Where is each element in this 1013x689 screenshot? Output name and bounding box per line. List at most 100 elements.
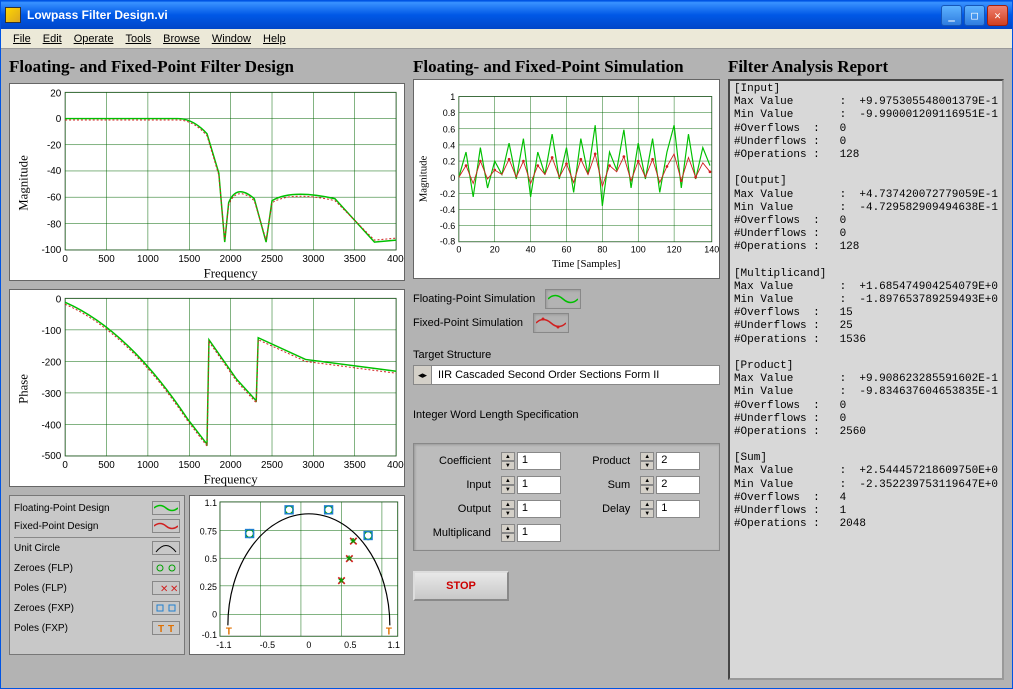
spin-down-icon[interactable]: ▼	[640, 485, 654, 494]
svg-text:T: T	[386, 626, 392, 637]
design-legend-row: Floating-Point Design Fixed-Point Design…	[9, 495, 405, 655]
swatch-green-wave-icon	[545, 289, 581, 309]
app-icon	[5, 7, 21, 23]
sim-legend-flp: Floating-Point Simulation	[413, 293, 535, 305]
spin-up-icon[interactable]: ▲	[501, 524, 515, 533]
simulation-column: Floating- and Fixed-Point Simulation	[413, 57, 720, 680]
target-structure-value: IIR Cascaded Second Order Sections Form …	[432, 366, 719, 384]
spin-up-icon[interactable]: ▲	[640, 476, 654, 485]
svg-text:0: 0	[212, 609, 217, 619]
legend-poles-fxp: Poles (FXP)	[14, 623, 68, 634]
svg-text:-60: -60	[47, 193, 62, 204]
iwl-product-label: Product	[582, 455, 631, 467]
report-column: Filter Analysis Report [Input] Max Value…	[728, 57, 1004, 680]
swatch-orange-t-icon: TT	[152, 621, 180, 635]
legend-fxp-design: Fixed-Point Design	[14, 521, 98, 532]
svg-text:1500: 1500	[178, 460, 200, 471]
svg-text:0.25: 0.25	[200, 582, 217, 592]
svg-text:-40: -40	[47, 166, 62, 177]
svg-text:T: T	[158, 624, 164, 633]
iwl-product-spinner[interactable]: ▲▼2	[640, 452, 711, 470]
pole-zero-plot: ✕✕✕ *** TT 1.10.750.50.250-0.1 -1.1-0.50…	[189, 495, 405, 655]
svg-text:120: 120	[667, 245, 682, 255]
spin-down-icon[interactable]: ▼	[501, 461, 515, 470]
svg-text:-0.8: -0.8	[440, 236, 455, 246]
swatch-blue-square-icon	[152, 601, 180, 615]
svg-text:*: *	[338, 574, 344, 590]
svg-text:0.5: 0.5	[205, 554, 217, 564]
svg-text:1: 1	[450, 92, 455, 102]
minimize-button[interactable]: _	[941, 5, 962, 26]
svg-text:T: T	[226, 626, 232, 637]
svg-text:0: 0	[62, 254, 68, 265]
svg-text:20: 20	[490, 245, 500, 255]
svg-text:1000: 1000	[137, 460, 159, 471]
svg-text:0.4: 0.4	[443, 141, 455, 151]
svg-text:0: 0	[450, 173, 455, 183]
menu-help[interactable]: Help	[257, 31, 292, 47]
report-text: [Input] Max Value : +9.975305548001379E-…	[734, 83, 998, 530]
report-title: Filter Analysis Report	[728, 57, 1004, 77]
iwl-sum-spinner[interactable]: ▲▼2	[640, 476, 711, 494]
svg-text:500: 500	[98, 460, 115, 471]
svg-text:40: 40	[526, 245, 536, 255]
simulation-title: Floating- and Fixed-Point Simulation	[413, 57, 720, 77]
design-column: Floating- and Fixed-Point Filter Design	[9, 57, 405, 680]
spin-down-icon[interactable]: ▼	[501, 533, 515, 542]
design-title: Floating- and Fixed-Point Filter Design	[9, 57, 405, 77]
legend-zeroes-fxp: Zeroes (FXP)	[14, 603, 74, 614]
dropdown-arrow-icon[interactable]: ◂▸	[414, 366, 432, 384]
svg-text:80: 80	[597, 245, 607, 255]
spin-down-icon[interactable]: ▼	[640, 461, 654, 470]
iwl-input-spinner[interactable]: ▲▼1	[501, 476, 572, 494]
svg-text:-20: -20	[47, 141, 62, 152]
content-area: Floating- and Fixed-Point Filter Design	[1, 49, 1012, 688]
menu-window[interactable]: Window	[206, 31, 257, 47]
spin-down-icon[interactable]: ▼	[640, 509, 654, 518]
spin-up-icon[interactable]: ▲	[640, 500, 654, 509]
phase-plot: 0-100-200 -300-400-500 05001000 15002000…	[9, 289, 405, 487]
svg-text:0.5: 0.5	[344, 640, 356, 650]
menu-tools[interactable]: Tools	[119, 31, 157, 47]
svg-text:0: 0	[456, 245, 461, 255]
svg-text:-1.1: -1.1	[216, 640, 231, 650]
svg-text:2000: 2000	[220, 460, 242, 471]
svg-text:100: 100	[631, 245, 646, 255]
menu-edit[interactable]: Edit	[37, 31, 68, 47]
spin-up-icon[interactable]: ▲	[501, 476, 515, 485]
svg-text:Frequency: Frequency	[204, 473, 259, 486]
menu-browse[interactable]: Browse	[157, 31, 206, 47]
svg-text:0: 0	[56, 294, 62, 305]
target-structure-dropdown[interactable]: ◂▸ IIR Cascaded Second Order Sections Fo…	[413, 365, 720, 385]
svg-text:0.75: 0.75	[200, 527, 217, 537]
titlebar: Lowpass Filter Design.vi _ □ ✕	[1, 1, 1012, 29]
svg-text:4000: 4000	[387, 460, 404, 471]
iwl-coefficient-spinner[interactable]: ▲▼1	[501, 452, 572, 470]
spin-up-icon[interactable]: ▲	[640, 452, 654, 461]
iwl-output-spinner[interactable]: ▲▼1	[501, 500, 572, 518]
swatch-black-arc-icon	[152, 541, 180, 555]
iwl-section-label: Integer Word Length Specification	[413, 409, 720, 421]
iwl-delay-spinner[interactable]: ▲▼1	[640, 500, 711, 518]
spin-down-icon[interactable]: ▼	[501, 485, 515, 494]
report-textarea[interactable]: [Input] Max Value : +9.975305548001379E-…	[728, 79, 1004, 680]
svg-text:1000: 1000	[137, 254, 159, 265]
spin-up-icon[interactable]: ▲	[501, 500, 515, 509]
close-button[interactable]: ✕	[987, 5, 1008, 26]
svg-text:500: 500	[98, 254, 115, 265]
maximize-button[interactable]: □	[964, 5, 985, 26]
stop-button[interactable]: STOP	[413, 571, 509, 601]
menu-file[interactable]: File	[7, 31, 37, 47]
spin-down-icon[interactable]: ▼	[501, 509, 515, 518]
svg-text:T: T	[168, 624, 174, 633]
sim-legend-fxp: Fixed-Point Simulation	[413, 317, 523, 329]
iwl-multiplicand-label: Multiplicand	[422, 527, 491, 539]
svg-text:Phase: Phase	[17, 374, 31, 404]
menu-operate[interactable]: Operate	[68, 31, 120, 47]
spin-up-icon[interactable]: ▲	[501, 452, 515, 461]
svg-text:60: 60	[561, 245, 571, 255]
swatch-green-line-icon	[152, 501, 180, 515]
svg-text:1500: 1500	[178, 254, 200, 265]
svg-text:-0.6: -0.6	[440, 221, 455, 231]
iwl-multiplicand-spinner[interactable]: ▲▼1	[501, 524, 572, 542]
